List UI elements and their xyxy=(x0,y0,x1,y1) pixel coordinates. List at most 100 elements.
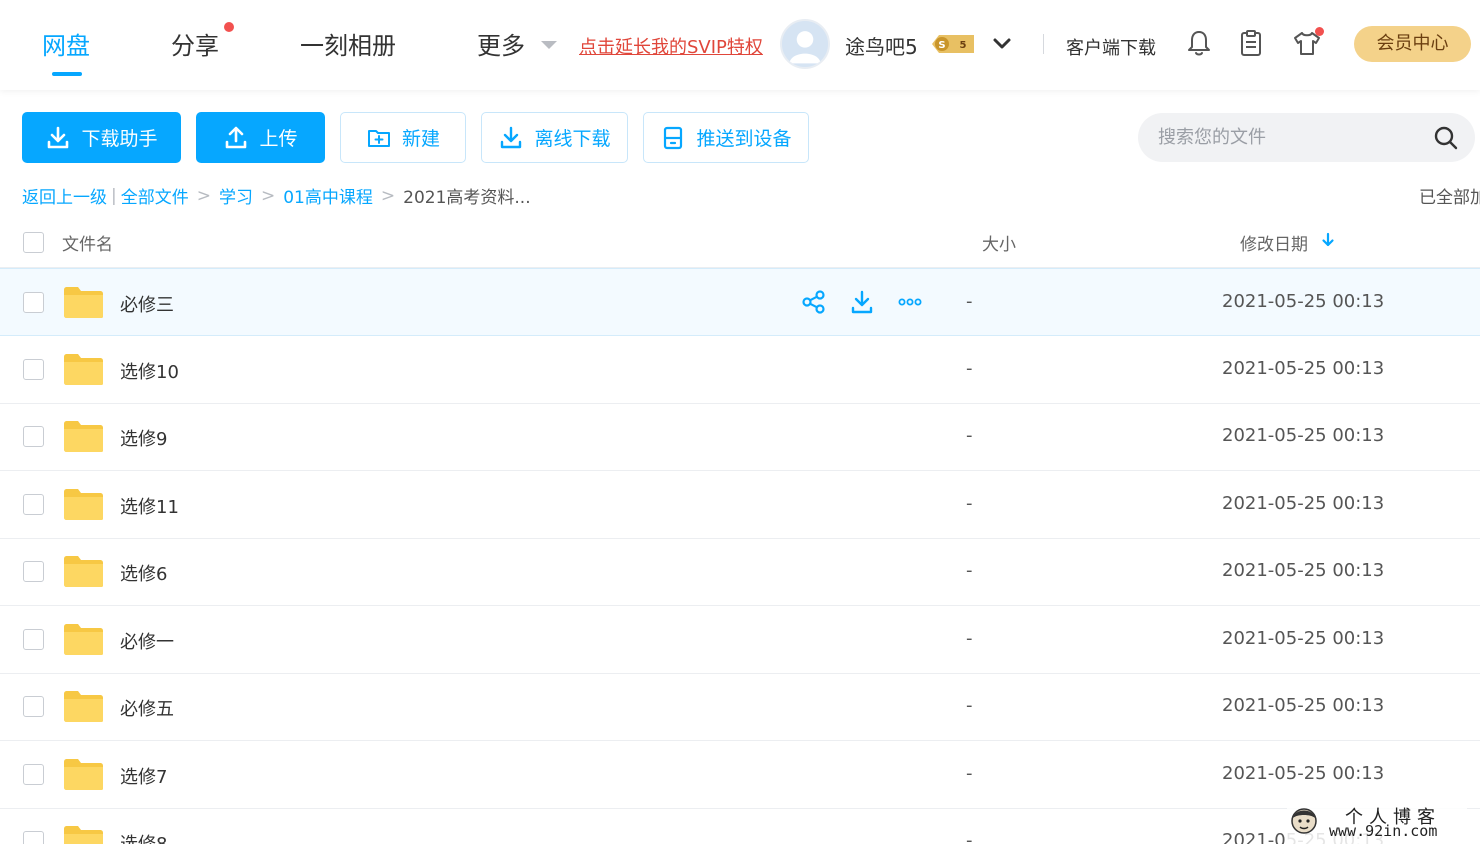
folder-icon xyxy=(64,489,103,520)
table-row[interactable]: 选修7 - 2021-05-25 00:13 xyxy=(0,741,1480,809)
offline-download-button[interactable]: 离线下载 xyxy=(481,112,628,163)
file-modified-date: 2021-05-25 00:13 xyxy=(1222,628,1385,649)
member-center-button[interactable]: 会员中心 xyxy=(1354,26,1471,62)
new-folder-label: 新建 xyxy=(401,128,440,150)
offline-download-label: 离线下载 xyxy=(534,128,611,150)
row-checkbox[interactable] xyxy=(23,292,44,313)
file-size: - xyxy=(966,830,973,844)
tab-moment-album[interactable]: 一刻相册 xyxy=(300,26,396,61)
file-size: - xyxy=(966,358,973,379)
table-row[interactable]: 选修10 - 2021-05-25 00:13 xyxy=(0,336,1480,404)
file-name[interactable]: 必修五 xyxy=(120,695,174,721)
tab-netdisk[interactable]: 网盘 xyxy=(42,26,90,61)
share-icon[interactable] xyxy=(801,289,827,315)
more-icon[interactable] xyxy=(897,289,923,315)
clipboard-icon[interactable] xyxy=(1236,28,1266,58)
table-row[interactable]: 选修11 - 2021-05-25 00:13 xyxy=(0,471,1480,539)
table-row[interactable]: 选修9 - 2021-05-25 00:13 xyxy=(0,403,1480,471)
file-size: - xyxy=(966,493,973,514)
folder-icon xyxy=(64,421,103,452)
breadcrumb-study[interactable]: 学习 xyxy=(219,183,253,208)
svip-level-badge-icon: S 5 xyxy=(932,35,974,53)
watermark: 个人博客 www.92in.com xyxy=(1287,802,1467,844)
folder-icon xyxy=(64,691,103,722)
header-filename[interactable]: 文件名 xyxy=(62,230,113,255)
push-to-device-label: 推送到设备 xyxy=(696,128,792,150)
svip-renew-link[interactable]: 点击延长我的SVIP特权 xyxy=(579,33,763,59)
breadcrumb-divider: | xyxy=(111,185,117,206)
row-checkbox[interactable] xyxy=(23,426,44,447)
file-modified-date: 2021-05-25 00:13 xyxy=(1222,291,1385,312)
skin-notification-dot xyxy=(1315,27,1324,36)
sort-desc-arrow-icon[interactable] xyxy=(1320,232,1336,248)
table-row[interactable]: 必修一 - 2021-05-25 00:13 xyxy=(0,606,1480,674)
file-size: - xyxy=(966,425,973,446)
bell-icon[interactable] xyxy=(1184,28,1214,58)
header-modified[interactable]: 修改日期 xyxy=(1240,230,1308,255)
header-size[interactable]: 大小 xyxy=(982,230,1016,255)
row-actions xyxy=(801,289,923,315)
tab-more[interactable]: 更多 xyxy=(477,26,525,61)
tab-share[interactable]: 分享 xyxy=(171,26,219,61)
search-input[interactable] xyxy=(1158,123,1418,151)
file-size: - xyxy=(966,291,973,312)
row-checkbox[interactable] xyxy=(23,359,44,380)
active-tab-indicator xyxy=(52,72,82,76)
file-name[interactable]: 选修6 xyxy=(120,560,167,586)
upload-button[interactable]: 上传 xyxy=(196,112,325,163)
breadcrumb-separator: > xyxy=(260,185,276,206)
file-name[interactable]: 选修10 xyxy=(120,358,179,384)
row-checkbox[interactable] xyxy=(23,764,44,785)
breadcrumb-separator: > xyxy=(380,185,396,206)
file-name[interactable]: 选修11 xyxy=(120,493,179,519)
chevron-down-icon[interactable] xyxy=(990,32,1014,56)
row-checkbox[interactable] xyxy=(23,561,44,582)
top-nav-bar: 网盘 分享 一刻相册 更多 点击延长我的SVIP特权 途鸟吧5 S 5 客户端下… xyxy=(0,0,1480,90)
file-name[interactable]: 选修7 xyxy=(120,763,167,789)
download-icon[interactable] xyxy=(849,289,875,315)
breadcrumb-all-files[interactable]: 全部文件 xyxy=(121,183,189,208)
folder-icon xyxy=(64,354,103,385)
select-all-checkbox[interactable] xyxy=(23,232,44,253)
breadcrumb: 返回上一级 | 全部文件 > 学习 > 01高中课程 > 2021高考资料... xyxy=(22,183,531,209)
file-modified-date: 2021-05-25 00:13 xyxy=(1222,763,1385,784)
file-name[interactable]: 选修8 xyxy=(120,830,167,844)
row-checkbox[interactable] xyxy=(23,831,44,844)
new-folder-icon xyxy=(367,129,390,147)
push-to-device-button[interactable]: 推送到设备 xyxy=(643,112,809,163)
table-row[interactable]: 必修五 - 2021-05-25 00:13 xyxy=(0,673,1480,741)
share-notification-dot xyxy=(224,22,234,32)
breadcrumb-separator: > xyxy=(196,185,211,206)
table-row[interactable]: 选修6 - 2021-05-25 00:13 xyxy=(0,538,1480,606)
folder-icon xyxy=(64,826,103,844)
file-name[interactable]: 选修9 xyxy=(120,425,167,451)
file-size: - xyxy=(966,628,973,649)
breadcrumb-back-link[interactable]: 返回上一级 xyxy=(22,183,107,208)
search-icon[interactable] xyxy=(1432,124,1460,152)
breadcrumb-highschool-courses[interactable]: 01高中课程 xyxy=(283,183,373,208)
file-modified-date: 2021-05-25 00:13 xyxy=(1222,425,1385,446)
file-modified-date: 2021-05-25 00:13 xyxy=(1222,493,1385,514)
more-dropdown-arrow-icon[interactable] xyxy=(541,41,557,49)
breadcrumb-current: 2021高考资料... xyxy=(403,188,531,208)
loaded-status: 已全部加载 xyxy=(1419,188,1480,208)
row-checkbox[interactable] xyxy=(23,696,44,717)
client-download-link[interactable]: 客户端下载 xyxy=(1066,34,1156,60)
file-modified-date: 2021-05-25 00:13 xyxy=(1222,358,1385,379)
file-size: - xyxy=(966,560,973,581)
table-row[interactable]: 必修三 - 2021-05-25 00:13 xyxy=(0,268,1480,336)
file-name[interactable]: 必修一 xyxy=(120,628,174,654)
download-helper-button[interactable]: 下载助手 xyxy=(22,112,181,163)
avatar[interactable] xyxy=(780,19,830,69)
username[interactable]: 途鸟吧5 xyxy=(845,31,918,60)
table-row[interactable]: 选修8-2021-05-25 00:13 xyxy=(0,808,1480,844)
row-checkbox[interactable] xyxy=(23,494,44,515)
new-folder-button[interactable]: 新建 xyxy=(340,112,466,163)
folder-icon xyxy=(64,556,103,587)
folder-icon xyxy=(64,759,103,790)
file-modified-date: 2021-05-25 00:13 xyxy=(1222,560,1385,581)
device-icon xyxy=(664,126,683,149)
row-checkbox[interactable] xyxy=(23,629,44,650)
folder-icon xyxy=(64,624,103,655)
file-name[interactable]: 必修三 xyxy=(120,291,174,317)
